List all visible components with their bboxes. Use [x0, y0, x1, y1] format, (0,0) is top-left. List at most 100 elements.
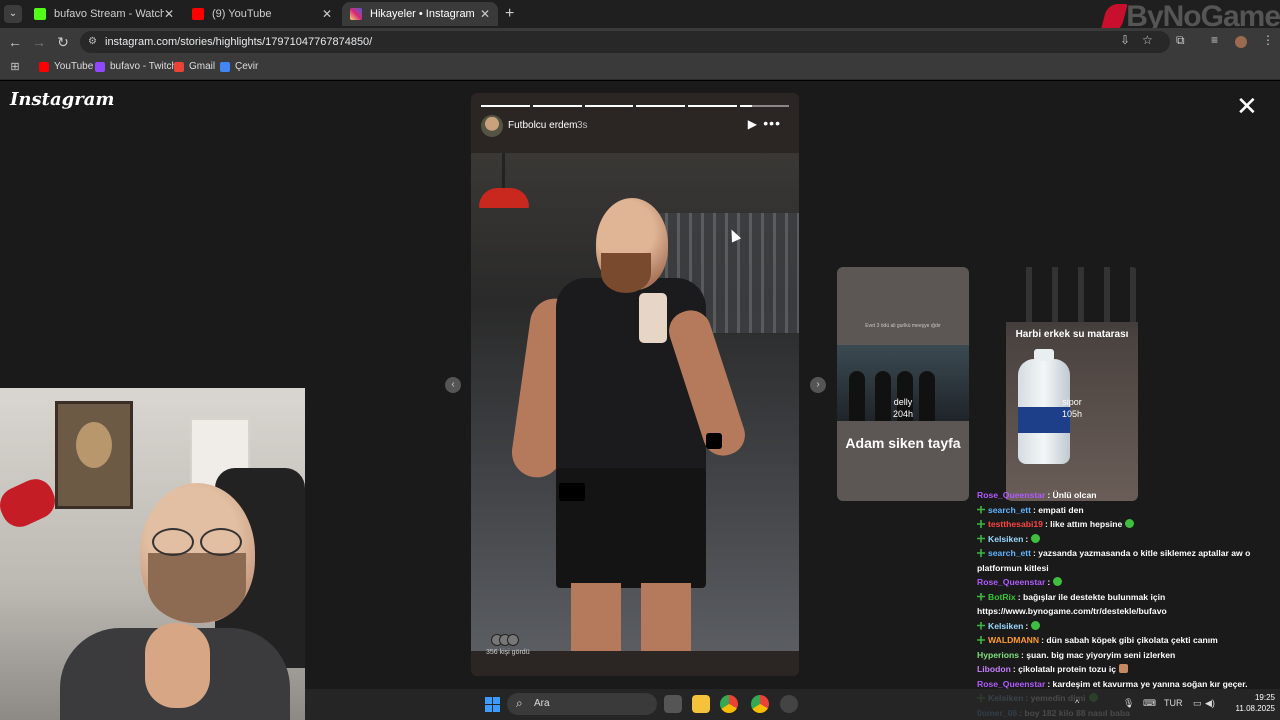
obs-icon[interactable] — [780, 695, 798, 713]
address-bar[interactable]: ⚙ instagram.com/stories/highlights/17971… — [80, 31, 1170, 53]
back-arrow-icon[interactable]: ← — [6, 33, 24, 51]
progress-segment — [584, 105, 634, 107]
preview-time: 204h — [892, 409, 914, 419]
person-mirror-selfie-image — [501, 198, 751, 651]
menu-kebab-icon[interactable]: ⋮ — [1262, 33, 1274, 47]
microphone-icon[interactable]: 🎙 — [1123, 698, 1134, 709]
chrome-active-icon[interactable] — [751, 695, 769, 713]
preview-name: delly — [893, 397, 913, 407]
story-card[interactable]: Futbolcu erdem 3s ▶ ••• 356 kişi gördü — [471, 93, 799, 676]
volume-icon[interactable]: ◀) — [1205, 698, 1215, 709]
instagram-logo[interactable]: Instagram — [10, 89, 114, 110]
cake-emote-icon — [1119, 664, 1129, 673]
emote-icon — [1053, 577, 1063, 586]
language-indicator[interactable]: TUR — [1164, 698, 1183, 708]
chat-username[interactable]: search_ett — [988, 548, 1031, 558]
story-user-avatar[interactable] — [481, 115, 503, 137]
close-icon[interactable]: ✕ — [322, 2, 332, 26]
profile-avatar[interactable] — [1235, 36, 1247, 48]
taskbar-search[interactable]: ⌕ Ara — [507, 693, 657, 715]
extensions-icon[interactable]: ⧉ — [1176, 33, 1185, 48]
file-explorer-icon[interactable] — [692, 695, 710, 713]
chrome-icon[interactable] — [720, 695, 738, 713]
tab-search-button[interactable]: ⌄ — [4, 5, 22, 23]
keyboard-icon[interactable]: ⌨ — [1143, 698, 1156, 709]
chat-text: : like attım hepsine — [1044, 519, 1123, 529]
chat-username[interactable]: Libodon — [977, 664, 1011, 674]
play-icon[interactable]: ▶ — [748, 117, 757, 131]
tab-instagram[interactable]: Hikayeler • Instagram ✕ — [342, 2, 498, 26]
tray-chevron-icon[interactable]: ^ — [1075, 698, 1079, 708]
progress-fill — [740, 105, 753, 107]
reload-icon[interactable]: ↻ — [54, 33, 72, 51]
chat-message: testthesabi19: like attım hepsine — [977, 517, 1280, 532]
bookmarks-bar: ⊞ YouTube bufavo - Twitch Gmail Çevir — [0, 56, 1280, 80]
next-story-arrow-icon[interactable]: › — [810, 377, 826, 393]
chat-message: search_ett: yazsanda yazmasanda o kitle … — [977, 546, 1280, 575]
close-viewer-icon[interactable]: ✕ — [1236, 93, 1258, 119]
chat-username[interactable]: Rose_Queenstar — [977, 679, 1045, 689]
streamer-beard — [148, 553, 246, 623]
tab-bar: ⌄ bufavo Stream - Watch Live on ✕ (9) Yo… — [0, 0, 1280, 33]
bookmark-star-icon[interactable]: ☆ — [1142, 33, 1153, 47]
chat-username[interactable]: Kelsiken — [988, 621, 1023, 631]
story-username[interactable]: Futbolcu erdem — [508, 120, 577, 131]
network-icon[interactable]: ▭ — [1193, 698, 1202, 709]
tab-youtube[interactable]: (9) YouTube ✕ — [184, 2, 340, 26]
next-story-preview-2[interactable]: Harbi erkek su matarası sipor 105h — [1006, 267, 1138, 501]
chat-username[interactable]: Hyperions — [977, 650, 1019, 660]
tab-kick[interactable]: bufavo Stream - Watch Live on ✕ — [26, 2, 182, 26]
chat-message: search_ett: empati den — [977, 503, 1280, 518]
bookmark-label: bufavo - Twitch — [110, 61, 178, 72]
task-view-icon[interactable] — [664, 695, 682, 713]
chat-username[interactable]: Kelsiken — [988, 534, 1023, 544]
install-app-icon[interactable]: ⇩ — [1120, 33, 1130, 47]
chat-message: BotRix: bağışlar ile destekte bulunmak i… — [977, 590, 1280, 619]
viewer-avatars[interactable] — [491, 633, 525, 646]
taskbar-clock[interactable]: 19:25 11.08.2025 — [1215, 692, 1275, 714]
chat-username[interactable]: Rose_Queenstar — [977, 577, 1045, 587]
next-story-preview[interactable]: Evet 3 ödü ali gurlkü meeşye ığdır delly… — [837, 267, 969, 501]
progress-fill — [584, 105, 634, 107]
chat-text: : — [1047, 577, 1051, 587]
chat-username[interactable]: BotRix — [988, 592, 1016, 602]
preview-time: 105h — [1061, 409, 1083, 419]
chat-message: Libodon: çikolatalı protein tozu iç — [977, 662, 1280, 677]
beard — [601, 253, 651, 293]
new-tab-button[interactable]: + — [505, 5, 514, 23]
chat-text: : empati den — [1033, 504, 1084, 515]
chat-username[interactable]: WALDMANN — [988, 635, 1039, 645]
chat-text: : çikolatalı protein tozu iç — [1012, 664, 1117, 674]
phone — [639, 293, 667, 343]
watch — [706, 433, 722, 449]
close-icon[interactable]: ✕ — [480, 2, 490, 26]
reading-list-icon[interactable]: ≡ — [1211, 33, 1218, 47]
windows-taskbar: ⌕ Ara ^ 🎙 ⌨ TUR ▭ ◀) 19:25 11.08.2025 — [305, 689, 1280, 720]
preview-caption: Evet 3 ödü ali gurlkü meeşye ığdır — [865, 323, 941, 329]
story-header: Futbolcu erdem 3s ▶ ••• — [481, 115, 789, 139]
bookmark-youtube[interactable]: YouTube — [39, 56, 93, 78]
chat-username[interactable]: search_ett — [988, 505, 1031, 515]
bookmark-gmail[interactable]: Gmail — [174, 56, 215, 78]
preview-name: sipor — [1062, 397, 1082, 407]
forward-arrow-icon[interactable]: → — [30, 33, 48, 51]
chat-username[interactable]: testthesabi19 — [988, 519, 1043, 529]
subscriber-badge-icon — [977, 505, 985, 514]
progress-segment — [636, 105, 686, 107]
bookmark-translate[interactable]: Çevir — [220, 56, 258, 78]
bookmark-twitch[interactable]: bufavo - Twitch — [95, 56, 177, 78]
chat-message: Rose_Queenstar: — [977, 575, 1280, 590]
chat-text: : şuan. big mac yiyoryim seni izlerken — [1021, 649, 1176, 660]
start-button[interactable] — [485, 697, 500, 712]
previous-story-arrow-icon[interactable]: ‹ — [445, 377, 461, 393]
apps-grid-icon[interactable]: ⊞ — [6, 58, 24, 76]
close-icon[interactable]: ✕ — [164, 2, 174, 26]
preview-title: Harbi erkek su matarası — [1015, 329, 1129, 340]
progress-fill — [481, 105, 530, 107]
more-options-icon[interactable]: ••• — [763, 115, 781, 131]
subscriber-badge-icon — [977, 520, 985, 528]
chat-username[interactable]: Rose_Queenstar — [977, 490, 1045, 500]
seen-by-count[interactable]: 356 kişi gördü — [486, 649, 530, 656]
search-icon: ⌕ — [516, 696, 523, 710]
site-info-icon[interactable]: ⚙ — [88, 36, 100, 48]
